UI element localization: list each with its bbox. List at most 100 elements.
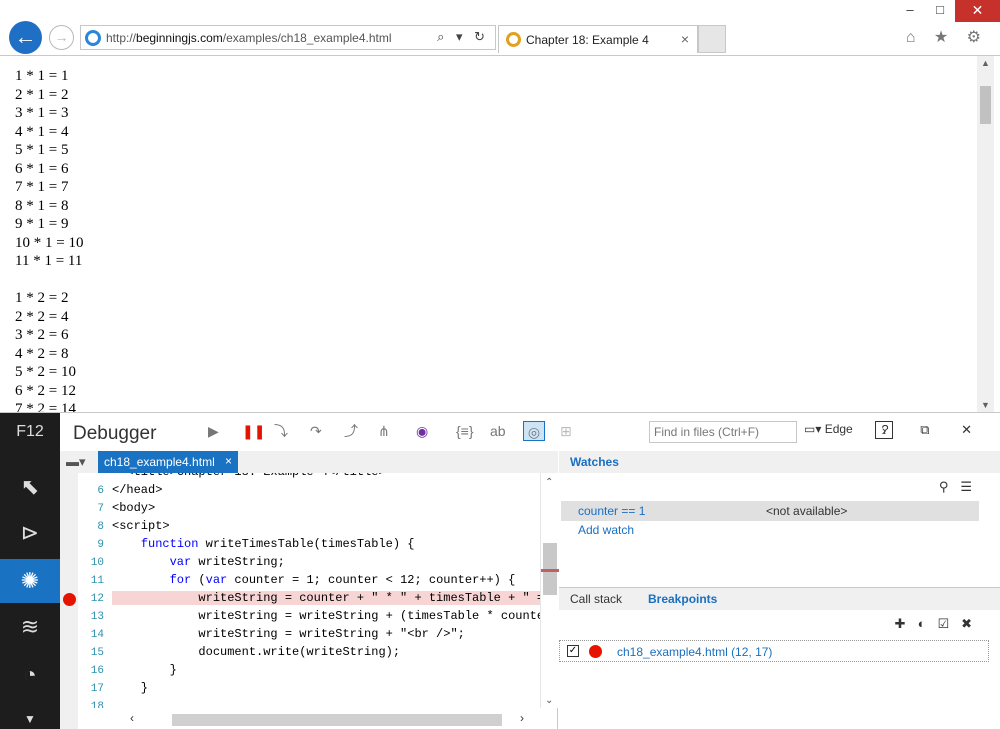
open-document-icon[interactable]: ▬▾ [66, 454, 86, 470]
address-bar[interactable]: http://beginningjs.com/examples/ch18_exa… [80, 25, 496, 50]
back-button[interactable]: ← [9, 21, 42, 54]
watch-row[interactable]: counter == 1 <not available> [561, 501, 979, 521]
performance-icon[interactable]: ◔ [0, 653, 60, 697]
step-over-icon[interactable]: ↷ [310, 421, 322, 441]
watch-value: <not available> [766, 504, 848, 518]
dom-explorer-icon[interactable]: ⬉ [0, 465, 60, 509]
watch-expression[interactable]: counter == 1 [578, 504, 645, 518]
emulation-mode-dropdown[interactable]: ▭▾ Edge [804, 422, 853, 436]
browser-tab[interactable]: Chapter 18: Example 4 × [498, 25, 698, 53]
code-horizontal-scrollbar[interactable]: ‹ › [78, 708, 540, 729]
code-line[interactable]: 15 document.write(writeString); [78, 645, 540, 663]
new-tab-button[interactable] [698, 25, 726, 53]
exceptions-icon[interactable]: ◉ [416, 421, 428, 441]
new-breakpoint-icon: ✚ [894, 616, 918, 631]
step-out-icon[interactable]: ⤴ [344, 421, 358, 441]
break-new-worker-icon[interactable]: ⋔ [378, 421, 390, 441]
add-watch-link[interactable]: Add watch [578, 523, 634, 537]
code-text: var writeString; [169, 555, 285, 569]
line-number: 12 [90, 593, 104, 605]
forward-button[interactable]: → [49, 25, 74, 50]
line-number: 8 [97, 521, 104, 533]
code-scroll-left-icon[interactable]: ‹ [130, 711, 134, 725]
line-number: 7 [97, 503, 104, 515]
output-line: 3 * 1 = 3 [15, 105, 69, 121]
just-my-code-icon[interactable]: ◎ [523, 421, 545, 441]
output-line: 1 * 1 = 1 [15, 68, 69, 84]
code-hscroll-thumb[interactable] [172, 714, 502, 726]
help-undock-close[interactable]: ? ⧉ ✕ [881, 422, 986, 438]
code-scroll-down-icon[interactable]: ⌄ [545, 695, 553, 706]
output-line: 5 * 2 = 10 [15, 364, 76, 380]
browser-window: ← → http://beginningjs.com/examples/ch18… [0, 0, 1000, 729]
minimize-button[interactable]: – [895, 0, 925, 22]
tab-title: Chapter 18: Example 4 [526, 33, 649, 47]
output-line: 9 * 1 = 9 [15, 216, 69, 232]
code-vertical-scrollbar[interactable]: ⌃ ⌄ [540, 473, 559, 708]
breakpoint-gutter[interactable] [60, 473, 78, 729]
code-lines: <title>Chapter 18: Example 4</title> 6 </h… [78, 473, 540, 708]
code-line[interactable]: 8 <script> [78, 519, 540, 537]
code-line[interactable]: 6 </head> [78, 483, 540, 501]
scroll-down-icon[interactable]: ▼ [977, 400, 994, 410]
breakpoint-location[interactable]: ch18_example4.html (12, 17) [617, 645, 772, 659]
url-text[interactable]: http://beginningjs.com/examples/ch18_exa… [106, 31, 392, 45]
code-line[interactable]: 10 var writeString; [78, 555, 540, 573]
page-scrollbar[interactable]: ▲ ▼ [977, 56, 994, 412]
debugger-toolbar: Debugger ▶ ❚❚ ⤵ ↷ ⤴ ⋔ ◉ {≡} ab ◎ ⊞ Find … [60, 413, 1000, 451]
more-tools-icon[interactable]: ▼ [0, 697, 60, 729]
pretty-print-icon[interactable]: {≡} [456, 421, 474, 441]
network-icon[interactable]: ≋ [0, 605, 60, 649]
console-icon[interactable]: ⊳ [0, 511, 60, 555]
code-line[interactable]: 13 writeString = writeString + (timesTab… [78, 609, 540, 627]
watch-tools[interactable]: ⚲☰ [939, 479, 984, 495]
continue-icon[interactable]: ▶ [208, 421, 219, 441]
find-in-files-input[interactable]: Find in files (Ctrl+F) [649, 421, 797, 443]
source-map-icon[interactable]: ⊞ [560, 421, 572, 441]
output-line: 10 * 1 = 10 [15, 234, 84, 251]
search-refresh-icons[interactable]: ⌕ ▾ ↻ [437, 29, 489, 45]
code-line[interactable]: 18 [78, 699, 540, 708]
code-line[interactable]: 14 writeString = writeString + "<br />"; [78, 627, 540, 645]
breakpoint-row[interactable]: ✓ ch18_example4.html (12, 17) [559, 640, 989, 662]
line-number: 6 [97, 485, 104, 497]
code-line[interactable]: 17 } [78, 681, 540, 699]
line-number: 17 [90, 683, 104, 695]
code-line[interactable]: 7 <body> [78, 501, 540, 519]
line-number: 10 [90, 557, 104, 569]
break-icon[interactable]: ❚❚ [242, 421, 265, 441]
maximize-button[interactable]: □ [925, 0, 955, 22]
tab-breakpoints[interactable]: Breakpoints [648, 592, 717, 606]
code-text: <title>Chapter 18: Example 4</title> [112, 473, 385, 479]
code-line[interactable]: 16 } [78, 663, 540, 681]
add-watch-icon: ⚲ [938, 479, 961, 494]
page-content: 1 * 1 = 1 2 * 1 = 2 3 * 1 = 3 4 * 1 = 4 5 * … [0, 56, 977, 412]
code-line[interactable]: 11 for (var counter = 1; counter < 12; c… [78, 573, 540, 591]
tab-close-icon[interactable]: × [681, 31, 689, 47]
debugger-icon[interactable]: ✺ [0, 559, 60, 603]
line-number: 11 [90, 575, 104, 587]
tab-call-stack[interactable]: Call stack [570, 592, 622, 606]
file-tab-close-icon[interactable]: × [225, 454, 232, 468]
source-code-pane: ▬▾ ch18_example4.html × <title>Chapter 1… [60, 451, 559, 729]
code-scroll-up-icon[interactable]: ⌃ [545, 477, 553, 488]
watches-panel: Watches ⚲☰ counter == 1 <not available> … [559, 451, 1000, 586]
step-into-icon[interactable]: ⤵ [274, 421, 288, 441]
breakpoint-dot-icon [589, 645, 602, 658]
breakpoint-icon[interactable] [63, 593, 76, 606]
code-scroll-right-icon[interactable]: › [520, 711, 524, 725]
output-line: 3 * 2 = 6 [15, 327, 69, 343]
file-tab[interactable]: ch18_example4.html × [98, 451, 238, 473]
code-line[interactable]: <title>Chapter 18: Example 4</title> [78, 473, 540, 483]
home-favorites-settings-icons[interactable]: ⌂ ★ ⚙ [906, 27, 988, 47]
scroll-up-icon[interactable]: ▲ [977, 58, 994, 68]
breakpoint-checkbox[interactable]: ✓ [567, 645, 579, 657]
output-line: 5 * 1 = 5 [15, 142, 69, 158]
scroll-thumb[interactable] [980, 86, 991, 124]
breakpoint-tools[interactable]: ✚◐☑✖ [895, 616, 984, 632]
code-line[interactable]: 9 function writeTimesTable(timesTable) { [78, 537, 540, 555]
code-line[interactable]: 12 writeString = counter + " * " + times… [78, 591, 540, 609]
devtools-sidebar: F12 ⬉ ⊳ ✺ ≋ ◔ ▼ [0, 413, 60, 729]
word-wrap-icon[interactable]: ab [490, 421, 506, 441]
close-button[interactable]: ✕ [955, 0, 1000, 22]
